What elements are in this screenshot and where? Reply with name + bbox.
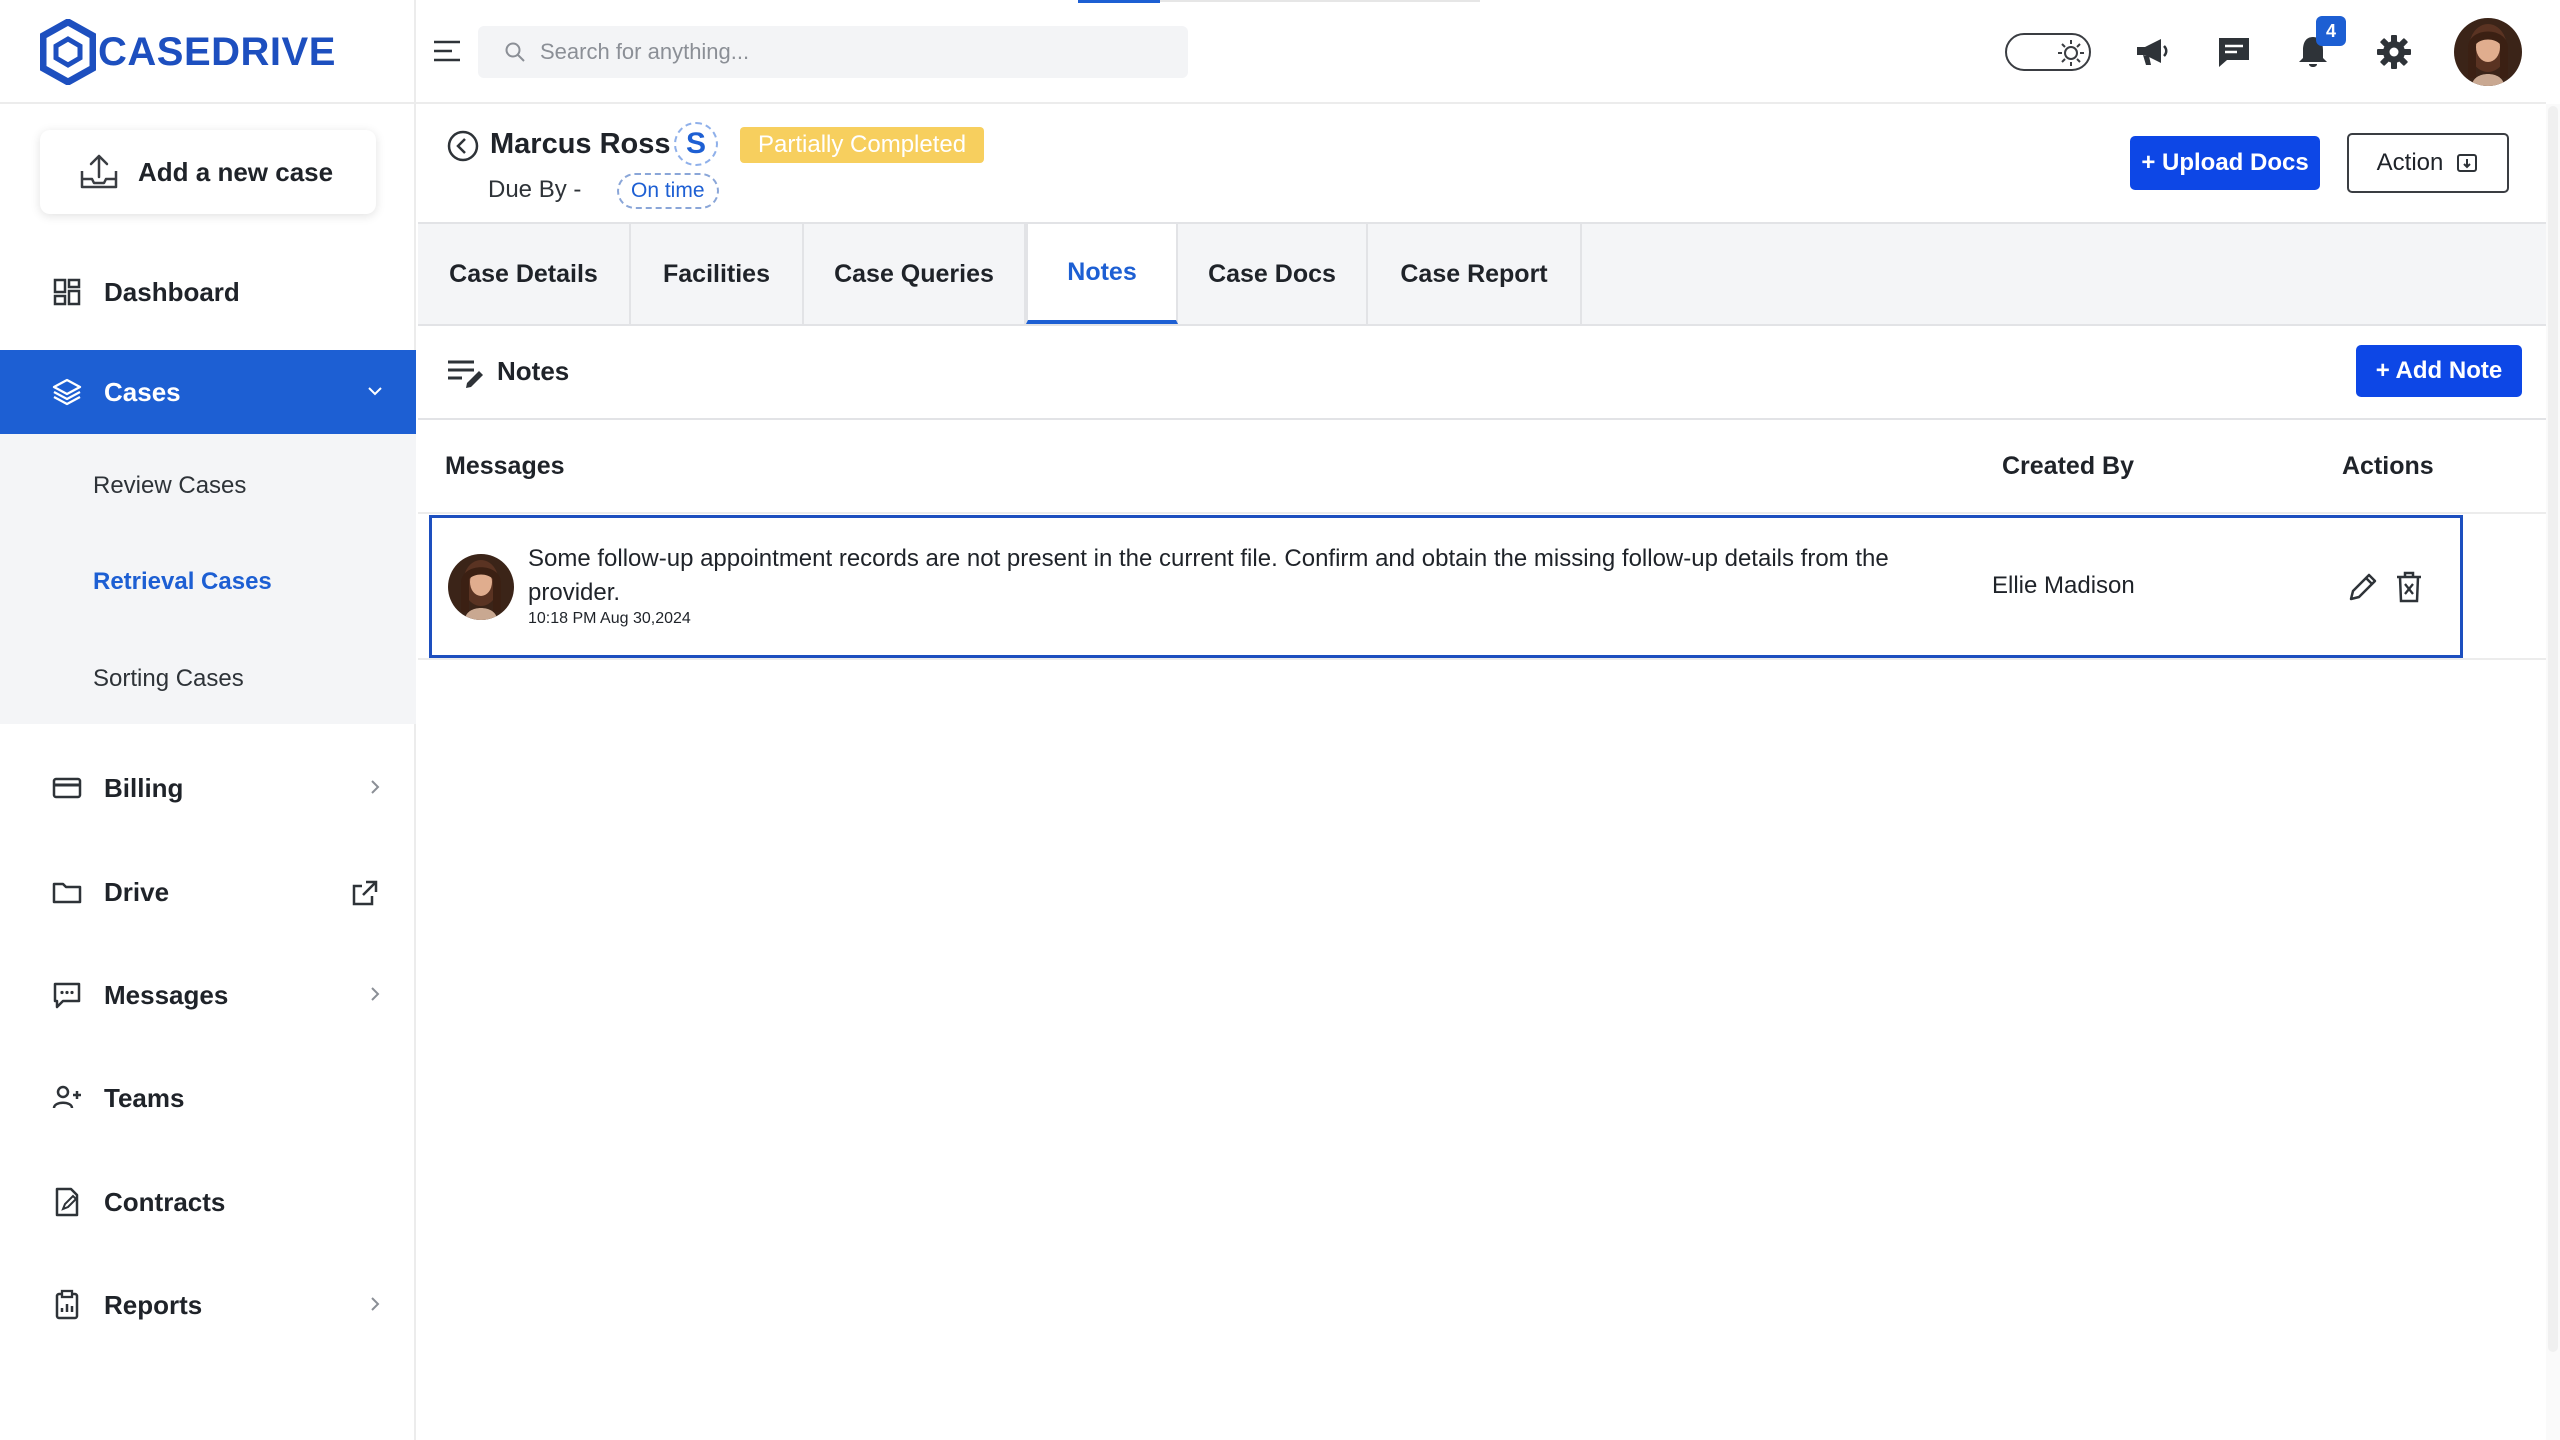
sidebar-item-label: Drive: [104, 876, 170, 907]
tab-case-details[interactable]: Case Details: [418, 224, 631, 324]
sidebar-item-reports[interactable]: Reports: [0, 1263, 416, 1347]
upload-tray-icon: [80, 154, 118, 189]
trash-delete-icon[interactable]: [2394, 570, 2424, 604]
due-status-badge: On time: [617, 173, 719, 209]
sidebar-item-label: Messages: [104, 979, 229, 1010]
author-photo: [448, 554, 514, 620]
user-photo: [2454, 18, 2522, 86]
search-bar[interactable]: [478, 26, 1188, 78]
hexagon-logo-icon: [40, 19, 96, 85]
add-new-case-button[interactable]: Add a new case: [40, 130, 376, 214]
column-header-actions: Actions: [2342, 452, 2434, 480]
sidebar-item-contracts[interactable]: Contracts: [0, 1160, 416, 1244]
action-button-label: Action: [2376, 149, 2444, 176]
notes-divider: [418, 418, 2548, 420]
message-icon: [2219, 38, 2249, 67]
table-header-divider: [418, 512, 2548, 514]
dashboard-grid-icon: [50, 275, 84, 309]
scrollbar-thumb[interactable]: [2548, 106, 2558, 1352]
sidebar: CASEDRIVE Add a new case Dashboard Cases…: [0, 0, 416, 1440]
chat-button[interactable]: [2212, 30, 2256, 74]
tab-case-report[interactable]: Case Report: [1368, 224, 1582, 324]
gear-icon: [2377, 35, 2411, 69]
notification-count-badge: 4: [2316, 16, 2346, 46]
table-row[interactable]: Some follow-up appointment records are n…: [429, 515, 2463, 658]
user-avatar[interactable]: [2454, 18, 2522, 86]
contract-edit-icon: [50, 1185, 84, 1219]
chevron-right-icon: [371, 780, 380, 794]
settings-button[interactable]: [2372, 30, 2416, 74]
add-note-button[interactable]: + Add Note: [2356, 345, 2522, 397]
sidebar-item-label: Billing: [104, 772, 184, 803]
clipboard-report-icon: [50, 1288, 84, 1322]
users-add-icon: [50, 1081, 84, 1115]
action-menu-icon: [2457, 154, 2478, 172]
case-status-badge: Partially Completed: [740, 127, 985, 163]
cases-submenu: Review Cases Retrieval Cases Sorting Cas…: [0, 434, 416, 724]
case-client-name: Marcus Ross: [490, 128, 671, 160]
chevron-down-icon: [368, 387, 382, 396]
action-button[interactable]: Action: [2347, 133, 2509, 193]
tab-notes[interactable]: Notes: [1026, 224, 1178, 324]
sidebar-divider: [0, 102, 416, 104]
sidebar-subitem-sorting-cases[interactable]: Sorting Cases: [93, 665, 244, 693]
sidebar-item-drive[interactable]: Drive: [0, 850, 416, 934]
sidebar-item-teams[interactable]: Teams: [0, 1056, 416, 1140]
tab-facilities[interactable]: Facilities: [631, 224, 804, 324]
add-new-case-label: Add a new case: [138, 156, 334, 187]
sidebar-subitem-retrieval-cases[interactable]: Retrieval Cases: [93, 568, 272, 596]
case-initial-badge: S: [674, 122, 718, 166]
sun-icon: [2058, 40, 2084, 66]
brand-logo[interactable]: CASEDRIVE: [40, 18, 336, 86]
sidebar-item-label: Cases: [104, 376, 181, 407]
chat-icon: [50, 978, 84, 1012]
upload-docs-button[interactable]: + Upload Docs: [2130, 136, 2320, 190]
notes-section-title: Notes: [497, 356, 570, 386]
tab-case-docs[interactable]: Case Docs: [1178, 224, 1368, 324]
note-timestamp: 10:18 PM Aug 30,2024: [528, 610, 691, 627]
menu-hamburger-icon[interactable]: [432, 38, 462, 64]
search-input[interactable]: [540, 39, 1140, 65]
header-divider: [416, 102, 2546, 104]
sidebar-item-dashboard[interactable]: Dashboard: [0, 250, 416, 334]
back-arrow-icon[interactable]: [446, 129, 480, 163]
sidebar-item-label: Reports: [104, 1289, 203, 1320]
announcements-button[interactable]: [2130, 30, 2174, 74]
column-header-messages: Messages: [445, 452, 565, 480]
pencil-edit-icon[interactable]: [2346, 570, 2380, 604]
due-by-label: Due By -: [488, 176, 582, 203]
megaphone-icon: [2137, 39, 2168, 65]
column-header-created-by: Created By: [2002, 452, 2134, 480]
sidebar-item-label: Contracts: [104, 1186, 226, 1217]
note-created-by: Ellie Madison: [1992, 572, 2135, 599]
case-tabs: Case Details Facilities Case Queries Not…: [418, 222, 2548, 326]
chevron-right-icon: [371, 1297, 380, 1311]
sidebar-item-cases[interactable]: Cases: [0, 350, 416, 434]
sidebar-item-label: Teams: [104, 1082, 185, 1113]
external-link-icon[interactable]: [350, 878, 380, 908]
sidebar-item-messages[interactable]: Messages: [0, 953, 416, 1037]
search-icon: [505, 42, 525, 62]
brand-name: CASEDRIVE: [98, 29, 336, 74]
sidebar-item-label: Dashboard: [104, 276, 240, 307]
sidebar-item-billing[interactable]: Billing: [0, 746, 416, 830]
credit-card-icon: [50, 771, 84, 805]
sidebar-subitem-review-cases[interactable]: Review Cases: [93, 472, 246, 500]
note-message: Some follow-up appointment records are n…: [528, 545, 1889, 606]
loading-track: [1160, 0, 1480, 2]
theme-toggle[interactable]: [2005, 33, 2091, 71]
layers-icon: [50, 375, 84, 409]
note-author-avatar: [448, 554, 514, 620]
row-divider: [418, 658, 2548, 660]
tab-case-queries[interactable]: Case Queries: [804, 224, 1026, 324]
notes-edit-icon: [448, 360, 483, 388]
chevron-right-icon: [371, 987, 380, 1001]
folder-icon: [50, 875, 84, 909]
loading-indicator: [1078, 0, 1160, 3]
